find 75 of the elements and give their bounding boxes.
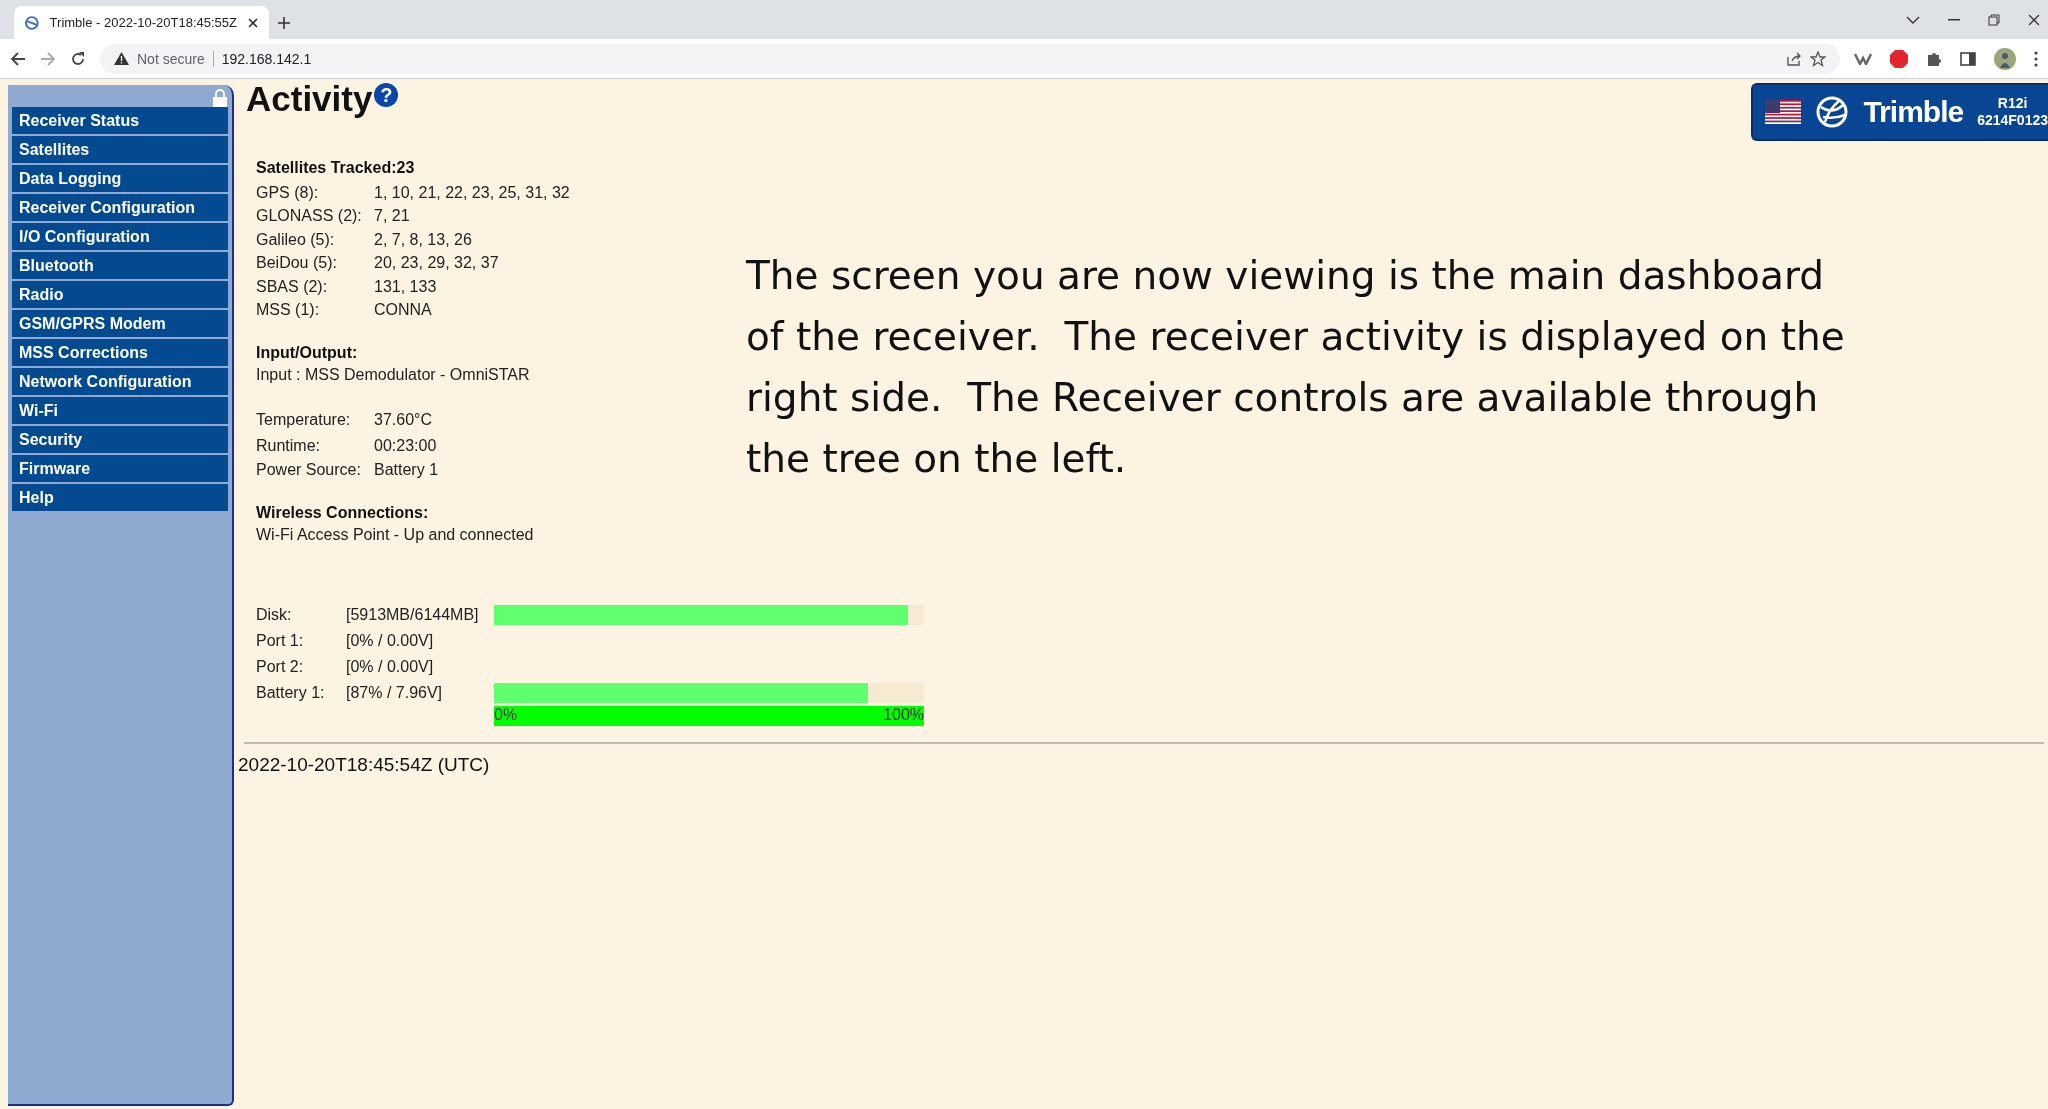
avatar-icon[interactable] [1994,47,2016,70]
meter-label: Port 2: [256,658,305,676]
meter-reading: [0% / 0.00V] [346,658,435,676]
flag-icon [1765,100,1802,124]
row-label: GLONASS (2): [256,207,363,226]
page-title: Activity [246,79,373,119]
meter-reading: [5913MB/6144MB] [346,606,480,624]
row-value: 2, 7, 8, 13, 26 [374,230,472,249]
row-label: Temperature: [256,411,352,429]
sidebar-item[interactable]: GSM/GPRS Modem [12,310,228,339]
scale-min: 0% [494,706,518,725]
row-value: CONNA [374,301,432,320]
minimize-icon[interactable] [1948,18,1960,21]
reload-icon[interactable] [70,50,86,67]
row-value: 00:23:00 [374,437,437,455]
menu-icon[interactable] [2034,50,2038,67]
scale-max: 100% [883,706,924,725]
restore-icon[interactable] [1988,13,2000,26]
back-icon[interactable] [10,50,26,67]
row-label: GPS (8): [256,183,320,202]
meter-reading: [87% / 7.96V] [346,684,444,702]
section-heading: Input/Output: [256,344,359,362]
meter-label: Battery 1: [256,684,326,702]
timestamp: 2022-10-20T18:45:54Z (UTC) [238,754,491,776]
row-value: 1, 10, 21, 22, 23, 25, 31, 32 [374,183,570,202]
row-label: MSS (1): [256,301,321,320]
warning-icon [114,52,129,65]
meter-reading: [0% / 0.00V] [346,632,435,650]
sidebar-item[interactable]: Wi-Fi [12,397,228,426]
row-value: 7, 21 [374,207,410,226]
row-value: Battery 1 [374,461,439,479]
help-icon[interactable]: ? [374,83,399,107]
puzzle-icon[interactable] [1926,50,1942,67]
adblock-icon[interactable] [1890,49,1908,68]
row-label: Galileo (5): [256,230,336,249]
sidebar-item[interactable]: Data Logging [12,165,228,194]
sidebar-item[interactable]: Security [12,426,228,455]
sidebar-item[interactable]: Radio [12,281,228,310]
globe-icon [1815,95,1850,129]
url-text: 192.168.142.1 [221,50,312,67]
model-serial: R12i 6214F0123 [1977,95,2048,129]
row-value: 20, 23, 29, 32, 37 [374,254,499,273]
sidebar-item[interactable]: Bluetooth [12,252,228,281]
close-icon[interactable] [2028,13,2040,26]
sidebar-item[interactable]: Network Configuration [12,368,228,397]
sidebar-item[interactable]: MSS Corrections [12,339,228,368]
section-heading: Satellites Tracked:23 [256,159,416,177]
row-value: 37.60°C [374,411,432,429]
sidebar-item[interactable]: Firmware [12,455,228,484]
io-text: Input : MSS Demodulator - OmniSTAR [256,366,530,383]
sidebar-item[interactable]: Receiver Configuration [12,194,228,223]
address-bar[interactable]: Not secure 192.168.142.1 [100,43,1840,74]
row-label: Power Source: [256,461,362,479]
browser-tab[interactable]: Trimble - 2022-10-20T18:45:55Z [14,6,269,39]
row-value: 131, 133 [374,277,437,296]
star-icon[interactable] [1810,50,1826,67]
section-heading: Wireless Connections: [256,504,430,522]
row-label: SBAS (2): [256,277,329,296]
sidebar-item[interactable]: I/O Configuration [12,223,228,252]
tab-title: Trimble - 2022-10-20T18:45:55Z [49,15,237,30]
wireless-text: Wi-Fi Access Point - Up and connected [256,526,534,543]
chevron-down-icon[interactable] [1906,14,1920,25]
row-label: Runtime: [256,437,322,455]
description-text: The screen you are now viewing is the main dashboard of the receiver. The receiver activity is displayed on the right side. The Receiver controls are available through the tree on the left. [746,252,1846,483]
share-icon[interactable] [1786,50,1802,67]
brand-name: Trimble [1863,95,1964,129]
sidebar-item[interactable]: Satellites [12,136,228,165]
sidebar-item[interactable]: Help [12,484,228,513]
side-panel-icon[interactable] [1960,50,1976,67]
row-label: BeiDou (5): [256,254,338,273]
sidebar-item[interactable]: Receiver Status [12,107,228,136]
meter-label: Disk: [256,606,293,624]
meter-label: Port 1: [256,632,305,650]
security-label: Not secure [137,50,214,67]
close-tab-icon[interactable] [247,16,259,29]
